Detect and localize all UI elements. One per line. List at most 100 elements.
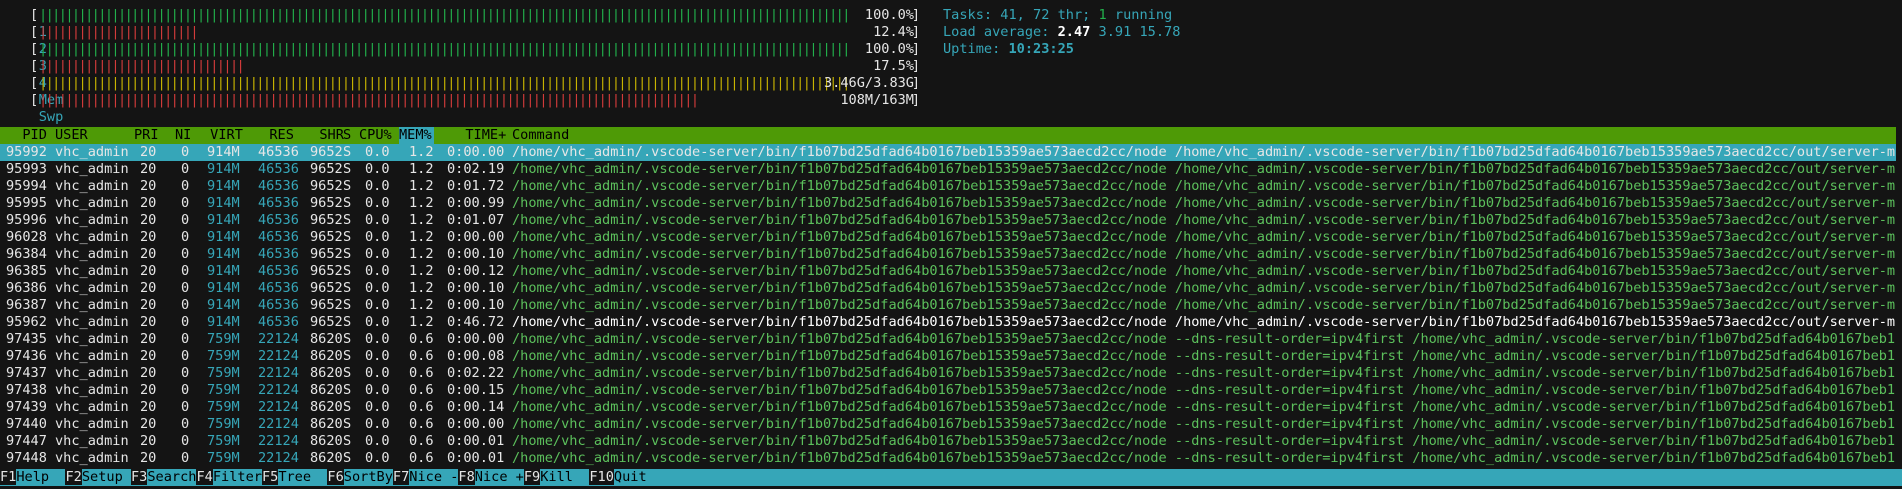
fkey-f8[interactable]: F8 [458,469,475,485]
col-user[interactable]: USER [55,127,88,144]
col-state[interactable]: S [343,127,351,144]
cell-shr: 9652 [310,195,343,211]
cell-cmd: /home/vhc_admin/.vscode-server/bin/f1b07… [512,195,1896,211]
table-row[interactable]: 97437 vhc_admin 20 0 759M 22124 8620 S 0.0 0.6 0:0… [0,365,1896,382]
fkey-f1[interactable]: F1 [0,469,17,485]
fkey-f6[interactable]: F6 [327,469,344,485]
cell-virt: 914M [207,297,240,313]
htop-terminal: 1 2 3 4 Mem Swp [|||||||||||||||||||||||… [0,0,1902,489]
table-row[interactable]: 96384 vhc_admin 20 0 914M 46536 9652 S 0.0 1.2 0:0… [0,246,1896,263]
fkey-f5[interactable]: F5 [261,469,279,485]
table-row[interactable]: 95996 vhc_admin 20 0 914M 46536 9652 S 0.0 1.2 0:0… [0,212,1896,229]
cell-res: 22124 [258,450,299,466]
cell-mem: 0.6 [409,331,434,347]
fkey-label-f7[interactable]: Nice - [409,469,459,485]
cell-ni: 0 [181,144,190,160]
fkey-label-f10[interactable]: Quit [613,469,647,485]
col-ni[interactable]: NI [175,127,191,144]
cell-shr: 9652 [310,246,343,262]
table-row[interactable]: 95995 vhc_admin 20 0 914M 46536 9652 S 0.0 1.2 0:0… [0,195,1896,212]
table-row[interactable]: 96028 vhc_admin 20 0 914M 46536 9652 S 0.0 1.2 0:0… [0,229,1896,246]
fkey-f2[interactable]: F2 [65,469,82,485]
swp-value: 108M/163M [840,92,914,108]
table-row[interactable]: 96386 vhc_admin 20 0 914M 46536 9652 S 0.0 1.2 0:0… [0,280,1896,297]
col-shr[interactable]: SHR [303,127,344,144]
cell-res: 22124 [258,399,299,415]
table-row[interactable]: 97439 vhc_admin 20 0 759M 22124 8620 S 0.0 0.6 0:0… [0,399,1896,416]
cell-mem: 1.2 [409,144,434,160]
fkey-label-f9[interactable]: Kill [540,469,590,485]
cell-time: 0:00.00 [447,229,505,245]
fkey-f10[interactable]: F10 [589,469,614,485]
table-row[interactable]: 97438 vhc_admin 20 0 759M 22124 8620 S 0.0 0.6 0:0… [0,382,1896,399]
col-virt[interactable]: VIRT [202,127,243,144]
fkey-label-f5[interactable]: Tree [278,469,328,485]
fkey-f7[interactable]: F7 [392,469,410,485]
cell-mem: 1.2 [409,195,434,211]
cell-shr: 8620 [310,331,343,347]
table-row[interactable]: 95994 vhc_admin 20 0 914M 46536 9652 S 0.0 1.2 0:0… [0,178,1896,195]
fkey-label-f2[interactable]: Setup [81,469,131,485]
fkey-label-f8[interactable]: Nice + [474,469,524,485]
cell-user: vhc_admin [55,399,129,415]
fkey-label-f1[interactable]: Help [16,469,66,485]
cell-user: vhc_admin [55,263,129,279]
table-row[interactable]: 97435 vhc_admin 20 0 759M 22124 8620 S 0.0 0.6 0:0… [0,331,1896,348]
col-res[interactable]: RES [253,127,294,144]
col-mem-sorted[interactable]: MEM% [399,127,434,144]
table-row[interactable]: 97447 vhc_admin 20 0 759M 22124 8620 S 0.0 0.6 0:0… [0,433,1896,450]
cell-cmd: /home/vhc_admin/.vscode-server/bin/f1b07… [512,212,1896,228]
table-row[interactable]: 97436 vhc_admin 20 0 759M 22124 8620 S 0.0 0.6 0:0… [0,348,1896,365]
cell-ni: 0 [181,348,190,364]
fkey-label-f4[interactable]: Filter [212,469,262,485]
cell-ni: 0 [181,365,190,381]
col-time[interactable]: TIME+ [449,127,506,144]
uptime-value: 10:23:25 [1008,41,1074,57]
fkey-label-f6[interactable]: SortBy [343,469,393,485]
fkey-f9[interactable]: F9 [523,469,541,485]
cell-cmd: /home/vhc_admin/.vscode-server/bin/f1b07… [512,365,1896,381]
table-row[interactable]: 96385 vhc_admin 20 0 914M 46536 9652 S 0.0 1.2 0:0… [0,263,1896,280]
cell-res: 46536 [258,314,299,330]
cell-cmd: /home/vhc_admin/.vscode-server/bin/f1b07… [512,144,1896,160]
table-row[interactable]: 95962 vhc_admin 20 0 914M 46536 9652 S 0.0 1.2 0:4… [0,314,1896,331]
cell-res: 46536 [258,161,299,177]
cell-virt: 914M [207,246,240,262]
cell-cmd: /home/vhc_admin/.vscode-server/bin/f1b07… [512,161,1896,177]
table-row[interactable]: 96387 vhc_admin 20 0 914M 46536 9652 S 0.0 1.2 0:0… [0,297,1896,314]
fkey-label-f3[interactable]: Search [147,469,197,485]
cell-cpu: 0.0 [365,161,390,177]
bracket-open: [ [30,75,39,91]
col-cpu[interactable]: CPU% [359,127,392,144]
cell-pri: 20 [140,195,157,211]
col-pid[interactable]: PID [6,127,47,144]
table-row[interactable]: 95993 vhc_admin 20 0 914M 46536 9652 S 0.0 1.2 0:0… [0,161,1896,178]
cell-user: vhc_admin [55,348,129,364]
cell-virt: 914M [207,212,240,228]
cell-virt: 914M [207,195,240,211]
cell-cmd: /home/vhc_admin/.vscode-server/bin/f1b07… [512,246,1896,262]
cell-pid: 97439 [6,399,47,415]
cell-pid: 97436 [6,348,47,364]
cell-pri: 20 [140,212,157,228]
load-1min: 2.47 [1057,24,1091,40]
fkey-f3[interactable]: F3 [130,469,148,485]
table-row[interactable]: 97448 vhc_admin 20 0 759M 22124 8620 S 0.0 0.6 0:0… [0,450,1896,467]
fkey-f4[interactable]: F4 [196,469,213,485]
cell-res: 46536 [258,297,299,313]
cell-s: S [343,331,352,347]
table-row[interactable]: 97440 vhc_admin 20 0 759M 22124 8620 S 0.0 0.6 0:0… [0,416,1896,433]
cell-time: 0:00.10 [447,280,505,296]
table-row[interactable]: 95992 vhc_admin 20 0 914M 46536 9652 S 0.0 1.2 0:0… [0,144,1896,161]
col-command[interactable]: Command [512,127,569,144]
cell-shr: 9652 [310,178,343,194]
cell-cpu: 0.0 [365,365,390,381]
cell-res: 46536 [258,144,299,160]
cpu-1-bar-fill: ||||||||||||||||||||||||||||||||||||||||… [39,7,849,23]
cell-mem: 1.2 [409,178,434,194]
cell-time: 0:00.00 [447,416,505,432]
col-pri[interactable]: PRI [134,127,159,144]
cell-virt: 759M [207,348,240,364]
cell-pid: 96028 [6,229,47,245]
cell-pid: 96386 [6,280,47,296]
